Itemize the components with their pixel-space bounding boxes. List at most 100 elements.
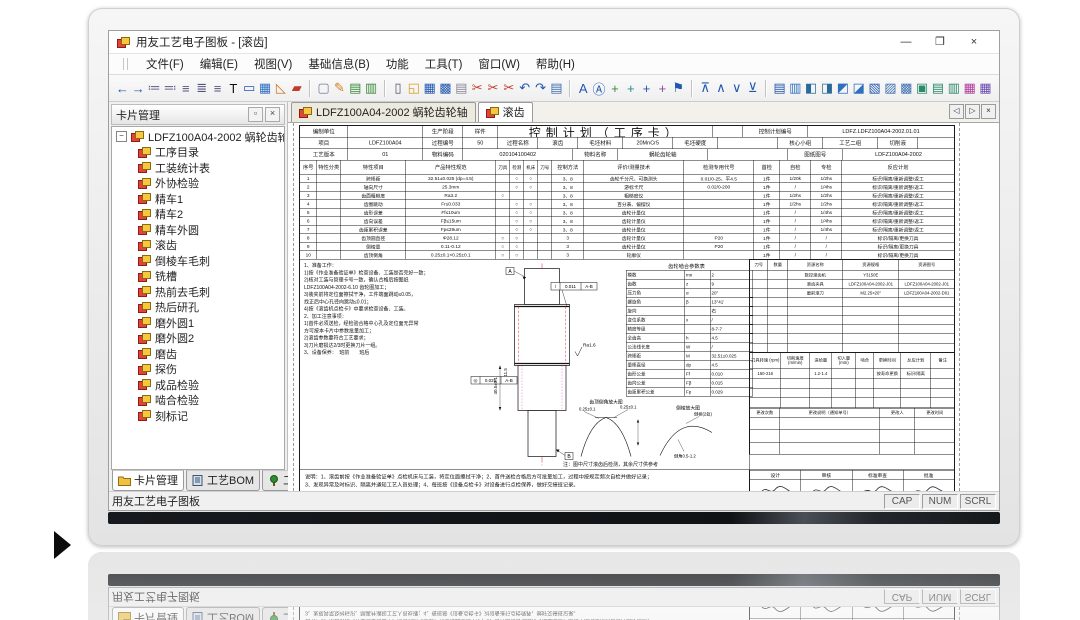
screenshot-card: 用友工艺电子图板 - [滚齿] —❐× 文件(F)编辑(E)视图(V)基础信息(…: [88, 8, 1020, 546]
callout-flag-icon[interactable]: ⚑: [671, 79, 686, 98]
text-tool-icon[interactable]: T: [226, 79, 241, 98]
menu-item-2[interactable]: 视图(V): [254, 56, 292, 72]
forward-icon[interactable]: →: [131, 79, 146, 98]
paste-row-icon[interactable]: ▥: [946, 79, 961, 98]
tree-item-啮合检验[interactable]: 啮合检验: [114, 393, 284, 409]
tree-item-精车1[interactable]: 精车1: [114, 191, 284, 207]
card-grid-icon[interactable]: ▦: [978, 79, 993, 98]
dim-plus-4-icon[interactable]: +: [655, 79, 670, 98]
dim-plus-3-icon[interactable]: +: [639, 79, 654, 98]
header-cell: [713, 126, 743, 137]
row-delete-icon[interactable]: ▧: [867, 79, 882, 98]
move-top-icon[interactable]: ⊼: [698, 79, 713, 98]
save-all-icon[interactable]: ▩: [438, 79, 453, 98]
card-import-icon[interactable]: ◨: [820, 79, 835, 98]
process-tree[interactable]: −LDFZ100A04-2002 蜗轮齿轮轴工序目录工装统计表外协检验精车1精车…: [111, 126, 285, 470]
open-file-icon[interactable]: ◱: [406, 79, 421, 98]
delete-card-icon[interactable]: ▦: [962, 79, 977, 98]
node-search-icon[interactable]: ≕: [163, 79, 178, 98]
cutting-header: 啮合: [856, 353, 874, 369]
tree-item-倒棱车毛刺[interactable]: 倒棱车毛刺: [114, 253, 284, 269]
tree-item-磨外圆2[interactable]: 磨外圆2: [114, 331, 284, 347]
pencil-icon[interactable]: ✎: [332, 79, 347, 98]
tree-item-成品检验[interactable]: 成品检验: [114, 377, 284, 393]
close-tab-icon[interactable]: ×: [981, 104, 996, 119]
document-viewport[interactable]: 编制单位生产阶段样件控制计划（工序卡）控制计划编号LDFZ.LDFZ100A04…: [288, 123, 999, 491]
align-right-icon[interactable]: ≡: [210, 79, 225, 98]
insert-picture-icon[interactable]: ▤: [348, 79, 363, 98]
back-icon[interactable]: ←: [115, 79, 130, 98]
tree-item-外协检验[interactable]: 外协检验: [114, 176, 284, 192]
fill-red-icon[interactable]: ▰: [289, 79, 304, 98]
tree-item-热前去毛刺[interactable]: 热前去毛刺: [114, 284, 284, 300]
tree-root-node[interactable]: −LDFZ100A04-2002 蜗轮齿轮轴: [114, 129, 284, 145]
menu-item-6[interactable]: 窗口(W): [478, 56, 520, 72]
row-insert-icon[interactable]: ◩: [835, 79, 850, 98]
tree-item-铣槽[interactable]: 铣槽: [114, 269, 284, 285]
close-icon[interactable]: ×: [957, 32, 991, 52]
menu-item-4[interactable]: 功能: [386, 56, 409, 72]
undo-icon[interactable]: ↶: [517, 79, 532, 98]
eraser-icon[interactable]: ◺: [273, 79, 288, 98]
panel-tab-卡片管理[interactable]: 卡片管理: [112, 470, 184, 491]
node-list-icon[interactable]: ≔: [147, 79, 162, 98]
tree-item-热后研孔[interactable]: 热后研孔: [114, 300, 284, 316]
menu-item-1[interactable]: 编辑(E): [200, 56, 238, 72]
menu-item-7[interactable]: 帮助(H): [536, 56, 575, 72]
card-insert-icon[interactable]: ▥: [788, 79, 803, 98]
redo-icon[interactable]: ↷: [533, 79, 548, 98]
doc-tab-LDFZ100A04-2002 蜗轮齿轮轴[interactable]: LDFZ100A04-2002 蜗轮齿轮轴: [291, 102, 476, 122]
tree-item-滚齿[interactable]: 滚齿: [114, 238, 284, 254]
align-center-icon[interactable]: ≣: [194, 79, 209, 98]
move-bottom-icon[interactable]: ⊻: [745, 79, 760, 98]
replace-picture-icon[interactable]: ▥: [364, 79, 379, 98]
panel-dock-icon[interactable]: ▫: [248, 107, 263, 122]
print-icon[interactable]: ▤: [454, 79, 469, 98]
edit-card-icon[interactable]: ▨: [883, 79, 898, 98]
minimize-icon[interactable]: —: [889, 32, 923, 52]
frame-tool-icon[interactable]: ▭: [242, 79, 257, 98]
panel-close-icon[interactable]: ×: [265, 107, 280, 122]
font-icon[interactable]: A: [576, 79, 591, 98]
scroll-right-icon[interactable]: ▷: [965, 104, 980, 119]
tree-item-精车2[interactable]: 精车2: [114, 207, 284, 223]
copy-row-icon[interactable]: ▤: [931, 79, 946, 98]
batch-copy-icon[interactable]: ✂: [486, 79, 501, 98]
move-down-icon[interactable]: ∨: [729, 79, 744, 98]
tree-item-磨外圆1[interactable]: 磨外圆1: [114, 315, 284, 331]
tree-item-探伤[interactable]: 探伤: [114, 362, 284, 378]
preview-icon[interactable]: ▤: [549, 79, 564, 98]
char-cell: [317, 209, 341, 218]
batch-replace-icon[interactable]: ✂: [501, 79, 516, 98]
batch-cut-icon[interactable]: ✂: [470, 79, 485, 98]
tree-item-磨齿[interactable]: 磨齿: [114, 346, 284, 362]
doc-tab-滚齿[interactable]: 滚齿: [478, 102, 533, 122]
new-file-icon[interactable]: ▯: [391, 79, 406, 98]
dim-plus-1-icon[interactable]: +: [607, 79, 622, 98]
copy-card-icon[interactable]: ▣: [915, 79, 930, 98]
save-file-icon[interactable]: ▦: [422, 79, 437, 98]
tree-expander-icon[interactable]: −: [116, 131, 127, 142]
tree-item-工装统计表[interactable]: 工装统计表: [114, 160, 284, 176]
menu-item-5[interactable]: 工具(T): [425, 56, 463, 72]
select-region-icon[interactable]: ▢: [316, 79, 331, 98]
card-new-icon[interactable]: ▤: [772, 79, 787, 98]
scroll-left-icon[interactable]: ◁: [949, 104, 964, 119]
card-export-icon[interactable]: ◧: [804, 79, 819, 98]
restore-icon[interactable]: ❐: [923, 32, 957, 52]
tree-item-精车外圆[interactable]: 精车外圆: [114, 222, 284, 238]
row-append-icon[interactable]: ◪: [851, 79, 866, 98]
note-line: 1、准备工作：: [304, 263, 463, 270]
tree-item-工序目录[interactable]: 工序目录: [114, 145, 284, 161]
edit-row-icon[interactable]: ▩: [899, 79, 914, 98]
char-circle-icon[interactable]: Ⓐ: [592, 79, 607, 98]
tree-item-刻标记[interactable]: 刻标记: [114, 408, 284, 424]
panel-tab-工艺BOM[interactable]: 工艺BOM: [186, 470, 260, 491]
align-left-icon[interactable]: ≡: [178, 79, 193, 98]
menu-item-0[interactable]: 文件(F): [146, 56, 184, 72]
menu-item-3[interactable]: 基础信息(B): [308, 56, 369, 72]
image-tool-icon[interactable]: ▦: [258, 79, 273, 98]
char-table-header: 序号特性分类特性项目产品特性规范刀具检测机床刀号控制方法评价/测量技术检测专用代…: [300, 161, 954, 175]
dim-plus-2-icon[interactable]: +: [623, 79, 638, 98]
move-up-icon[interactable]: ∧: [714, 79, 729, 98]
